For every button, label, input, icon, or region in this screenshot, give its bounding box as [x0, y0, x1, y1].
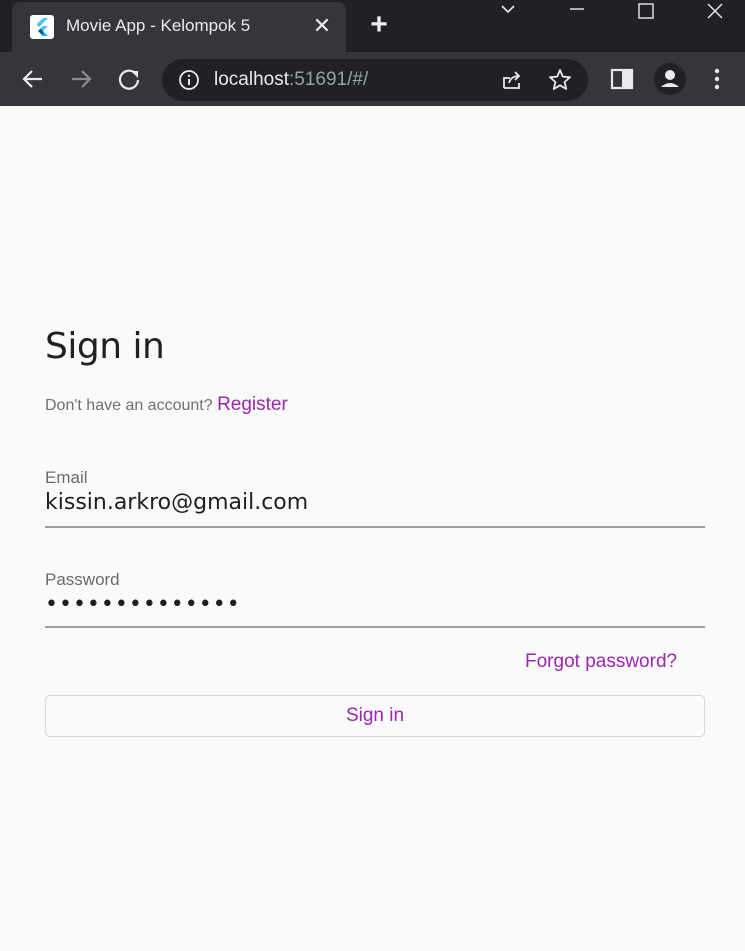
side-panel-icon[interactable]	[607, 64, 637, 94]
no-account-text: Don't have an account?	[45, 397, 213, 414]
profile-avatar-icon[interactable]	[653, 62, 687, 96]
bookmark-star-icon[interactable]	[548, 68, 572, 92]
new-tab-button[interactable]: +	[364, 10, 394, 40]
share-icon[interactable]	[500, 68, 524, 92]
password-label: Password	[45, 570, 120, 589]
register-link[interactable]: Register	[217, 394, 288, 415]
close-window-icon[interactable]	[695, 0, 735, 24]
email-label: Email	[45, 468, 88, 487]
email-underline	[45, 526, 705, 528]
forgot-password-link[interactable]: Forgot password?	[525, 651, 677, 673]
password-underline	[45, 626, 705, 628]
forward-arrow-icon[interactable]	[66, 64, 96, 94]
browser-tab[interactable]: Movie App - Kelompok 5 ✕	[12, 2, 346, 52]
back-arrow-icon[interactable]	[18, 64, 48, 94]
tab-close-icon[interactable]: ✕	[310, 14, 334, 38]
email-value[interactable]: kissin.arkro@gmail.com	[45, 490, 705, 515]
flutter-favicon-icon	[30, 15, 54, 39]
url-text: localhost:51691/#/	[214, 69, 368, 91]
browser-menu-icon[interactable]	[702, 64, 732, 94]
sign-in-page: Sign in Don't have an account? Register …	[0, 106, 745, 951]
tab-search-chevron-icon[interactable]	[488, 0, 528, 24]
minimize-window-icon[interactable]	[556, 0, 596, 24]
register-prompt: Don't have an account? Register	[45, 394, 288, 416]
tab-title: Movie App - Kelompok 5	[66, 16, 251, 35]
site-info-icon[interactable]	[178, 69, 200, 91]
password-field[interactable]: Password ••••••••••••••	[45, 570, 705, 630]
browser-toolbar: localhost:51691/#/	[0, 52, 745, 106]
address-bar[interactable]: localhost:51691/#/	[162, 59, 588, 101]
sign-in-button[interactable]: Sign in	[45, 695, 705, 737]
url-path: :51691/#/	[289, 69, 369, 90]
reload-icon[interactable]	[114, 64, 144, 94]
maximize-window-icon[interactable]	[626, 0, 666, 24]
email-field[interactable]: Email kissin.arkro@gmail.com	[45, 468, 705, 528]
password-value[interactable]: ••••••••••••••	[45, 592, 705, 617]
url-host: localhost	[214, 69, 289, 90]
page-title: Sign in	[45, 326, 165, 367]
browser-tab-strip: Movie App - Kelompok 5 ✕ +	[0, 0, 745, 52]
